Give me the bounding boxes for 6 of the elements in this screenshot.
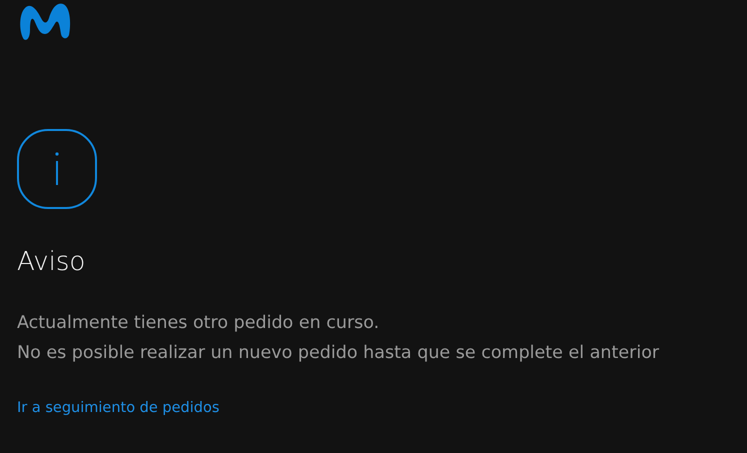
logo-icon [17, 2, 73, 42]
message-text: No es posible realizar un nuevo pedido hasta que se complete el anterior [17, 342, 660, 366]
heading: Aviso [17, 247, 86, 278]
message-text: Actualmente tienes otro pedido en curso. [17, 312, 380, 336]
info-icon [17, 129, 97, 209]
tracking-link[interactable]: Ir a seguimiento de pedidos [17, 398, 220, 420]
